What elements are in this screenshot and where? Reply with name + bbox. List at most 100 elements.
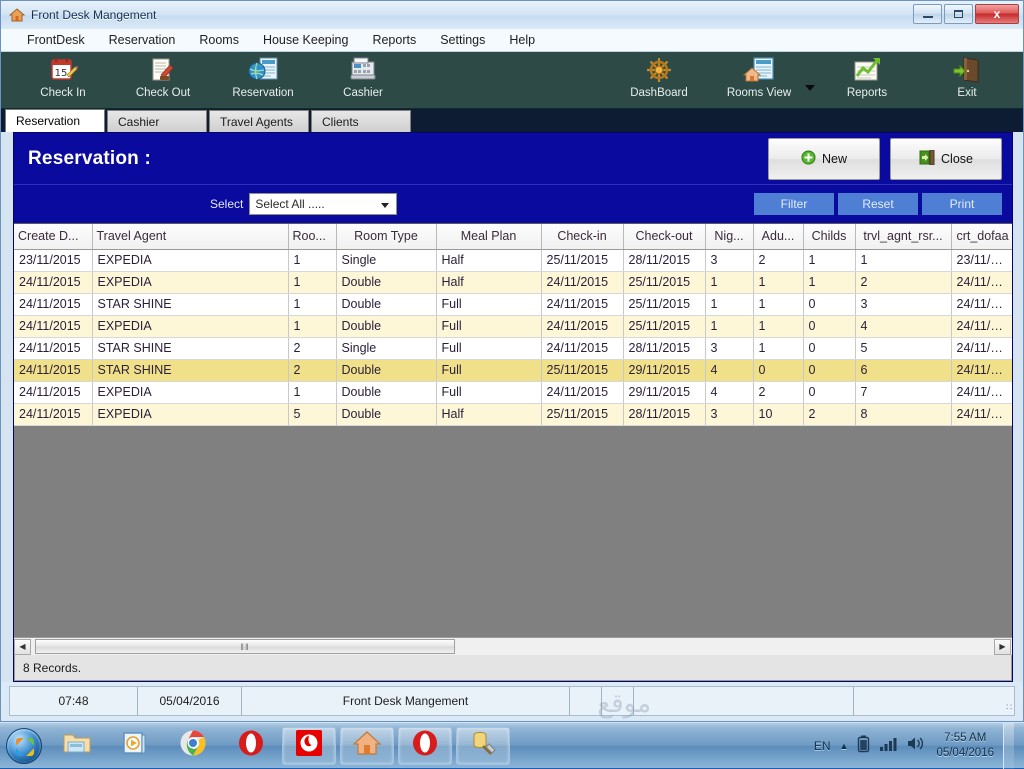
table-cell[interactable]: 24/11/2015 [541,315,623,337]
column-header-meal-plan[interactable]: Meal Plan [436,224,541,249]
table-cell[interactable]: 4 [705,359,753,381]
table-cell[interactable]: 10 [753,403,803,425]
table-cell[interactable]: EXPEDIA [92,403,288,425]
table-cell[interactable]: Double [336,293,436,315]
table-cell[interactable]: 24/11/2015 [541,293,623,315]
table-cell[interactable]: STAR SHINE [92,359,288,381]
table-cell[interactable]: 28/11/2015 [623,337,705,359]
column-header-travel-agent[interactable]: Travel Agent [92,224,288,249]
table-cell[interactable]: Double [336,359,436,381]
minimize-button[interactable] [913,4,942,24]
table-cell[interactable]: 7 [855,381,951,403]
speaker-icon[interactable] [906,735,925,757]
toolbar-button-cashier[interactable]: Cashier [313,53,413,108]
table-cell[interactable]: 29/11/2015 [623,381,705,403]
scrollbar-thumb[interactable]: ‖‖ [35,639,455,654]
table-cell[interactable]: Half [436,271,541,293]
resize-grip-icon[interactable]: ∷ [1006,702,1011,713]
table-cell[interactable]: 24/11/201 [951,337,1012,359]
scroll-right-arrow-icon[interactable]: ▶ [994,639,1011,655]
table-cell[interactable]: 25/11/2015 [541,359,623,381]
table-cell[interactable]: 24/11/201 [951,403,1012,425]
scroll-left-arrow-icon[interactable]: ◀ [14,639,31,655]
column-header-nights[interactable]: Nig... [705,224,753,249]
table-cell[interactable]: 1 [288,249,336,271]
table-cell[interactable]: 5 [288,403,336,425]
table-cell[interactable]: 24/11/201 [951,293,1012,315]
tab-reservation[interactable]: Reservation [5,109,105,132]
table-cell[interactable]: 2 [803,403,855,425]
table-cell[interactable]: 1 [803,271,855,293]
table-cell[interactable]: 1 [753,337,803,359]
taskbar-item-media-player[interactable] [108,727,162,765]
table-cell[interactable]: 23/11/2015 [14,249,92,271]
select-dropdown[interactable]: Select All ..... [249,193,397,215]
table-cell[interactable]: STAR SHINE [92,337,288,359]
table-cell[interactable]: 24/11/2015 [541,271,623,293]
table-cell[interactable]: 28/11/2015 [623,403,705,425]
tab-cashier[interactable]: Cashier [107,110,207,132]
table-cell[interactable]: 24/11/2015 [541,337,623,359]
table-cell[interactable]: Single [336,249,436,271]
table-cell[interactable]: 23/11/201 [951,249,1012,271]
table-cell[interactable]: 1 [803,249,855,271]
table-cell[interactable]: 24/11/2015 [541,381,623,403]
table-cell[interactable]: 1 [288,315,336,337]
table-cell[interactable]: 1 [288,271,336,293]
menu-item-reservation[interactable]: Reservation [97,31,188,49]
column-header-crt-dofaa[interactable]: crt_dofaa [951,224,1012,249]
table-cell[interactable]: STAR SHINE [92,293,288,315]
table-cell[interactable]: 24/11/2015 [14,315,92,337]
table-cell[interactable]: Full [436,337,541,359]
table-row[interactable]: 24/11/2015EXPEDIA1DoubleHalf24/11/201525… [14,271,1012,293]
column-header-check-in[interactable]: Check-in [541,224,623,249]
toolbar-button-dashboard[interactable]: DashBoard [609,53,709,108]
menu-item-frontdesk[interactable]: FrontDesk [15,31,97,49]
menu-item-help[interactable]: Help [497,31,547,49]
toolbar-button-check-out[interactable]: Check Out [113,53,213,108]
table-cell[interactable]: 25/11/2015 [623,293,705,315]
table-cell[interactable]: 2 [753,381,803,403]
column-header-adults[interactable]: Adu... [753,224,803,249]
table-cell[interactable]: 2 [288,337,336,359]
table-row[interactable]: 23/11/2015EXPEDIA1SingleHalf25/11/201528… [14,249,1012,271]
table-cell[interactable]: Double [336,271,436,293]
close-button[interactable]: x [975,4,1019,24]
table-row[interactable]: 24/11/2015EXPEDIA1DoubleFull24/11/201529… [14,381,1012,403]
table-cell[interactable]: 24/11/201 [951,381,1012,403]
table-row[interactable]: 24/11/2015STAR SHINE2SingleFull24/11/201… [14,337,1012,359]
table-cell[interactable]: 3 [855,293,951,315]
filter-button[interactable]: Filter [754,193,834,215]
table-cell[interactable]: Double [336,315,436,337]
table-cell[interactable]: 3 [705,249,753,271]
column-header-room-type[interactable]: Room Type [336,224,436,249]
table-cell[interactable]: Half [436,249,541,271]
table-cell[interactable]: 1 [705,315,753,337]
battery-icon[interactable] [857,735,870,758]
table-cell[interactable]: 24/11/2015 [14,271,92,293]
table-cell[interactable]: 4 [855,315,951,337]
table-cell[interactable]: 1 [705,271,753,293]
table-cell[interactable]: 1 [753,293,803,315]
table-cell[interactable]: EXPEDIA [92,249,288,271]
table-cell[interactable]: 0 [803,381,855,403]
table-cell[interactable]: 3 [705,337,753,359]
table-row[interactable]: 24/11/2015STAR SHINE1DoubleFull24/11/201… [14,293,1012,315]
column-header-create-date[interactable]: Create D... [14,224,92,249]
start-button[interactable] [2,726,46,766]
column-header-childs[interactable]: Childs [803,224,855,249]
toolbar-button-reports[interactable]: Reports [817,53,917,108]
table-cell[interactable]: Double [336,381,436,403]
taskbar-item-opera-window[interactable] [398,727,452,765]
show-hidden-icons-icon[interactable]: ▲ [840,741,849,751]
chevron-down-icon[interactable] [805,85,815,91]
table-cell[interactable]: 5 [855,337,951,359]
column-header-trvl-agnt-rsr[interactable]: trvl_agnt_rsr... [855,224,951,249]
table-cell[interactable]: 1 [753,271,803,293]
table-cell[interactable]: 0 [803,315,855,337]
table-cell[interactable]: 1 [288,293,336,315]
column-header-rooms[interactable]: Roo... [288,224,336,249]
table-cell[interactable]: 25/11/2015 [623,315,705,337]
table-cell[interactable]: 1 [855,249,951,271]
table-cell[interactable]: 0 [803,293,855,315]
